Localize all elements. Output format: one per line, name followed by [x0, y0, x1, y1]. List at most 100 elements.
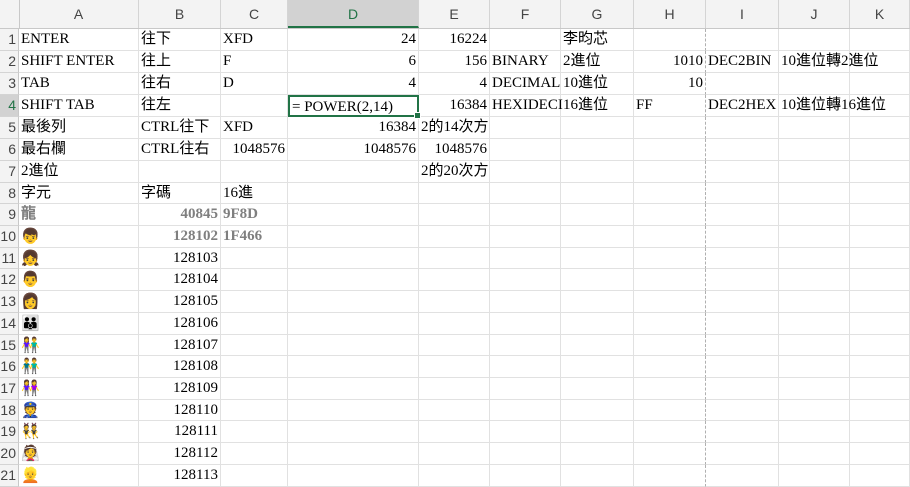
cell-b6[interactable]: CTRL往右 [139, 139, 221, 161]
cell-b4[interactable]: 往左 [139, 95, 221, 117]
column-header-c[interactable]: C [221, 0, 288, 28]
cell-h13[interactable] [634, 291, 706, 313]
cell-a5[interactable]: 最後列 [19, 117, 139, 139]
cell-k16[interactable] [850, 356, 910, 378]
cell-a14[interactable]: 👪 [19, 313, 139, 335]
column-header-e[interactable]: E [419, 0, 490, 28]
row-header-20[interactable]: 20 [0, 443, 19, 465]
cell-b18[interactable]: 128110 [139, 400, 221, 421]
cell-g19[interactable] [561, 421, 634, 443]
cell-j2[interactable]: 10進位轉2進位 [779, 51, 879, 73]
cell-d19[interactable] [288, 421, 419, 443]
cell-g7[interactable] [561, 161, 634, 183]
cell-i7[interactable] [706, 161, 779, 183]
cell-b11[interactable]: 128103 [139, 248, 221, 269]
cell-h1[interactable] [634, 29, 706, 51]
cell-k10[interactable] [850, 226, 910, 248]
fill-handle[interactable] [414, 112, 421, 119]
cell-d6[interactable]: 1048576 [288, 139, 419, 161]
cell-b12[interactable]: 128104 [139, 269, 221, 291]
cell-g17[interactable] [561, 378, 634, 400]
cell-d12[interactable] [288, 269, 419, 291]
cell-i21[interactable] [706, 465, 779, 487]
cell-k7[interactable] [850, 161, 910, 183]
cell-k18[interactable] [850, 400, 910, 421]
cell-e1[interactable]: 16224 [419, 29, 490, 51]
column-header-a[interactable]: A [19, 0, 139, 28]
cell-h18[interactable] [634, 400, 706, 421]
cell-e5[interactable]: 2的14次方 [419, 117, 490, 139]
cell-d11[interactable] [288, 248, 419, 269]
column-header-d[interactable]: D [288, 0, 419, 28]
cell-b17[interactable]: 128109 [139, 378, 221, 400]
cell-g10[interactable] [561, 226, 634, 248]
cell-h17[interactable] [634, 378, 706, 400]
cell-e2[interactable]: 156 [419, 51, 490, 73]
cell-h12[interactable] [634, 269, 706, 291]
cell-i11[interactable] [706, 248, 779, 269]
active-cell-d4[interactable]: = POWER(2,14) [288, 95, 421, 119]
cell-c8[interactable]: 16進 [221, 183, 288, 204]
cell-k20[interactable] [850, 443, 910, 465]
cell-j21[interactable] [779, 465, 850, 487]
cell-j9[interactable] [779, 204, 850, 226]
cell-f20[interactable] [490, 443, 561, 465]
row-header-2[interactable]: 2 [0, 51, 19, 73]
cell-a10[interactable]: 👦 [19, 226, 139, 248]
cell-a21[interactable]: 👱 [19, 465, 139, 487]
column-header-k[interactable]: K [850, 0, 910, 28]
cell-j20[interactable] [779, 443, 850, 465]
cell-i6[interactable] [706, 139, 779, 161]
cell-g13[interactable] [561, 291, 634, 313]
cell-e4[interactable]: 16384 [419, 95, 490, 117]
cell-h5[interactable] [634, 117, 706, 139]
cell-c14[interactable] [221, 313, 288, 335]
cell-a8[interactable]: 字元 [19, 183, 139, 204]
cell-k13[interactable] [850, 291, 910, 313]
cell-k12[interactable] [850, 269, 910, 291]
cell-e15[interactable] [419, 335, 490, 356]
cell-j8[interactable] [779, 183, 850, 204]
row-header-13[interactable]: 13 [0, 291, 19, 313]
row-header-16[interactable]: 16 [0, 356, 19, 378]
cell-c6[interactable]: 1048576 [221, 139, 288, 161]
cell-a6[interactable]: 最右欄 [19, 139, 139, 161]
cell-k17[interactable] [850, 378, 910, 400]
cell-g12[interactable] [561, 269, 634, 291]
cell-f18[interactable] [490, 400, 561, 421]
cell-g4[interactable]: 16進位 [561, 95, 634, 117]
cell-i13[interactable] [706, 291, 779, 313]
cell-g5[interactable] [561, 117, 634, 139]
cell-f13[interactable] [490, 291, 561, 313]
cell-h4[interactable]: FF [634, 95, 706, 117]
cell-d8[interactable] [288, 183, 419, 204]
cell-e19[interactable] [419, 421, 490, 443]
cell-d1[interactable]: 24 [288, 29, 419, 51]
row-header-17[interactable]: 17 [0, 378, 19, 400]
cell-i14[interactable] [706, 313, 779, 335]
cell-d3[interactable]: 4 [288, 73, 419, 95]
column-header-f[interactable]: F [490, 0, 561, 28]
cell-k8[interactable] [850, 183, 910, 204]
cell-i18[interactable] [706, 400, 779, 421]
column-header-i[interactable]: I [706, 0, 779, 28]
cell-e12[interactable] [419, 269, 490, 291]
cell-d2[interactable]: 6 [288, 51, 419, 73]
cell-h15[interactable] [634, 335, 706, 356]
cell-h6[interactable] [634, 139, 706, 161]
cell-i16[interactable] [706, 356, 779, 378]
cell-e3[interactable]: 4 [419, 73, 490, 95]
cell-f19[interactable] [490, 421, 561, 443]
cell-k9[interactable] [850, 204, 910, 226]
row-header-14[interactable]: 14 [0, 313, 19, 335]
cell-d5[interactable]: 16384 [288, 117, 419, 139]
cell-a15[interactable]: 👫 [19, 335, 139, 356]
cell-c1[interactable]: XFD [221, 29, 288, 51]
cell-a19[interactable]: 👯 [19, 421, 139, 443]
row-header-11[interactable]: 11 [0, 248, 19, 269]
row-header-7[interactable]: 7 [0, 161, 19, 183]
cell-e20[interactable] [419, 443, 490, 465]
cell-f4[interactable]: HEXIDECI [490, 95, 563, 117]
cell-b9[interactable]: 40845 [139, 204, 221, 226]
cell-d17[interactable] [288, 378, 419, 400]
